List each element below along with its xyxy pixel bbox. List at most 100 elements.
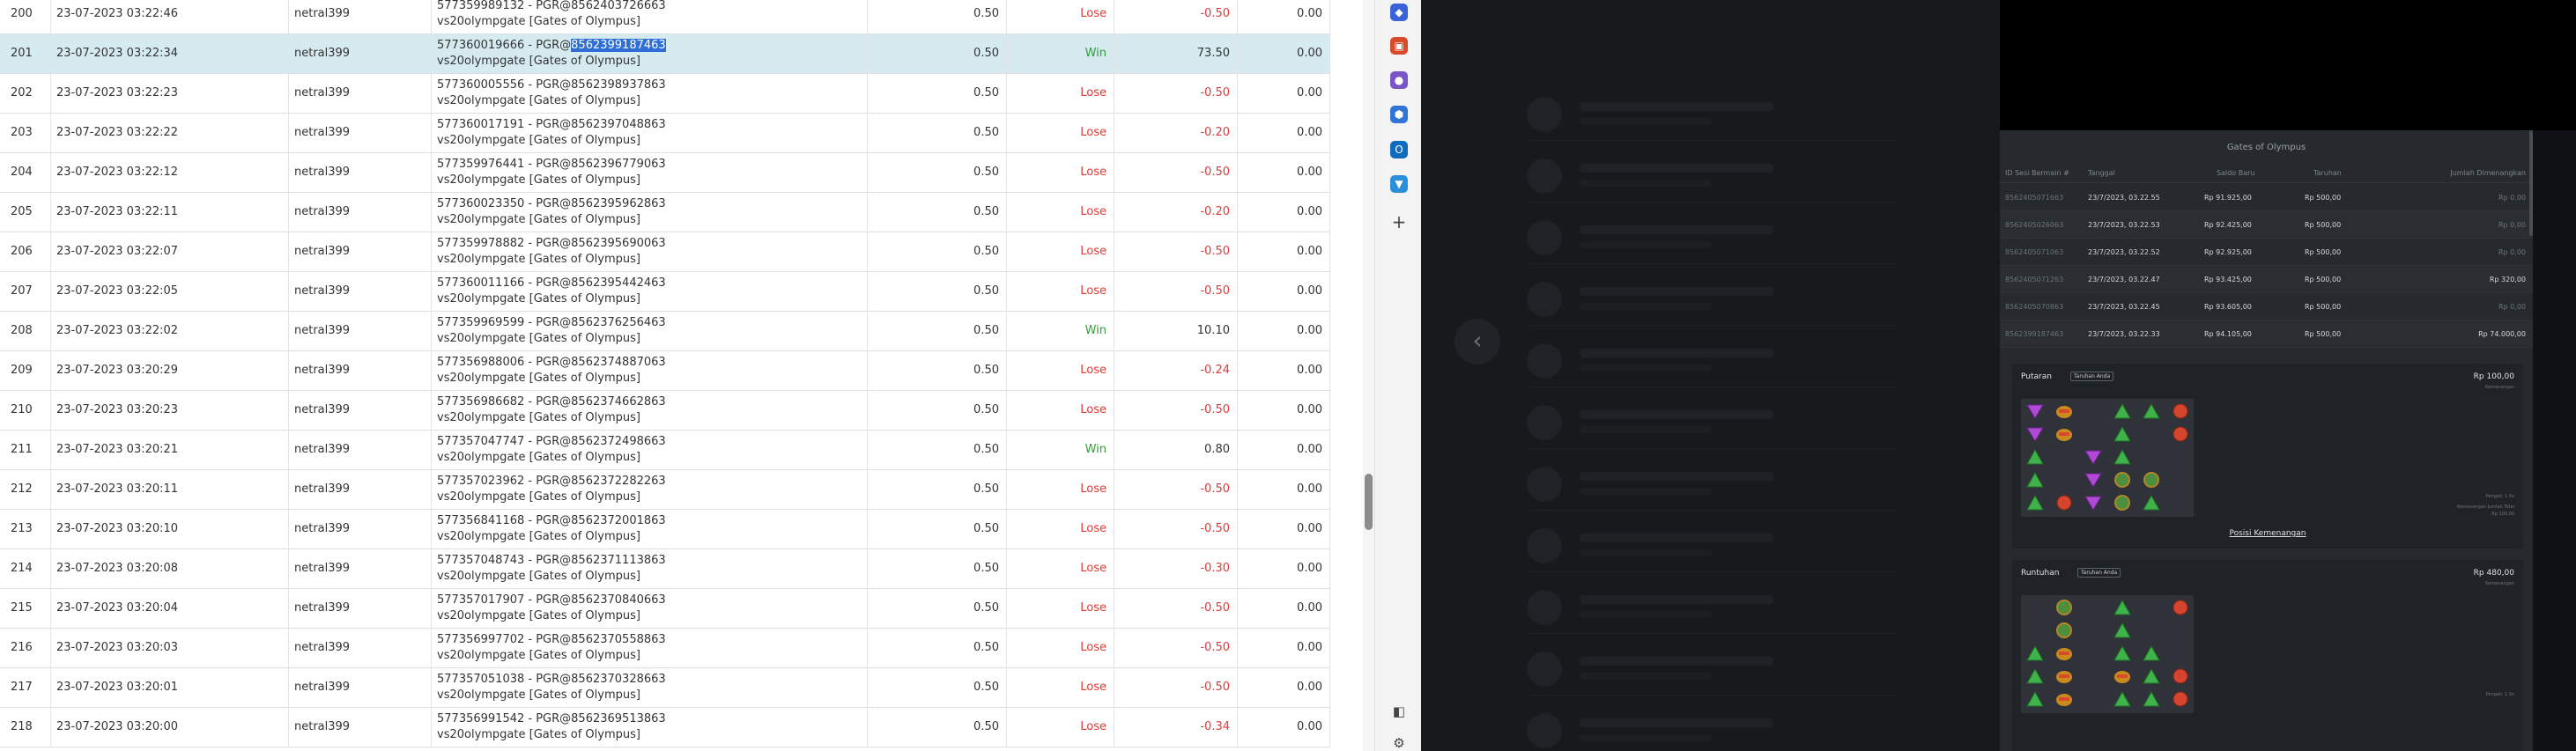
table-row[interactable]: 212 23-07-2023 03:20:11 netral399 577357023… — [0, 470, 1330, 510]
history-id: 8562405070863 — [2005, 303, 2064, 311]
history-id: 8562405071063 — [2005, 248, 2064, 256]
row-number: 200 — [0, 0, 51, 33]
description-id: 577360023350 - PGR@8562395962863 — [437, 197, 666, 210]
history-win: Rp 320,00 — [2489, 276, 2526, 283]
table-row[interactable]: 206 23-07-2023 03:22:07 netral399 577359978… — [0, 232, 1330, 272]
background-list-item — [1527, 88, 1897, 141]
history-row[interactable]: 8562405071063 23/7/2023, 03.22.52 Rp 92.92… — [2000, 239, 2533, 266]
people-icon[interactable]: ● — [1390, 71, 1408, 89]
chevron-left-icon[interactable]: ‹ — [1455, 319, 1500, 364]
row-date: 23-07-2023 03:22:02 — [51, 312, 289, 350]
row-extra: 0.00 — [1238, 470, 1330, 509]
history-date: 23/7/2023, 03.22.45 — [2088, 303, 2160, 311]
history-balance: Rp 92.925,00 — [2204, 248, 2252, 256]
row-bet: 0.50 — [868, 74, 1007, 113]
background-list-item — [1527, 211, 1897, 264]
row-description: 577359976441 - PGR@8562396779063 vs20olym… — [432, 153, 868, 192]
shield-icon[interactable]: ⬢ — [1390, 106, 1408, 123]
history-id: 8562399187463 — [2005, 330, 2064, 338]
table-row[interactable]: 211 23-07-2023 03:20:21 netral399 577357047… — [0, 431, 1330, 470]
table-row[interactable]: 215 23-07-2023 03:20:04 netral399 577357017… — [0, 589, 1330, 629]
row-result: Lose — [1007, 510, 1114, 549]
row-username: netral399 — [289, 589, 432, 628]
history-row[interactable]: 8562405071663 23/7/2023, 03.22.55 Rp 91.92… — [2000, 184, 2533, 211]
tag-icon[interactable]: ◆ — [1390, 4, 1408, 21]
table-row[interactable]: 204 23-07-2023 03:22:12 netral399 577359976… — [0, 153, 1330, 193]
selected-text-highlight[interactable]: 8562399187463 — [571, 39, 666, 52]
description-id: 577360017191 - PGR@8562397048863 — [437, 118, 666, 131]
description-id: 577357048743 - PGR@8562371113863 — [437, 554, 666, 567]
bet-badge: Taruhan Anda — [2077, 568, 2121, 578]
drop-icon[interactable]: ▼ — [1390, 175, 1408, 193]
table-scrollbar[interactable] — [1363, 0, 1374, 751]
row-result: Win — [1007, 431, 1114, 469]
history-balance: Rp 94.105,00 — [2204, 330, 2252, 338]
table-row[interactable]: 208 23-07-2023 03:22:02 netral399 577359969… — [0, 312, 1330, 351]
spin-amount: Rp 480,00 — [2473, 569, 2514, 578]
row-date: 23-07-2023 03:20:00 — [51, 708, 289, 747]
win-positions-link[interactable]: Posisi Kemenangan — [2012, 529, 2523, 538]
toolbox-icon[interactable]: ▣ — [1390, 37, 1408, 55]
history-date: 23/7/2023, 03.22.55 — [2088, 194, 2160, 202]
history-row[interactable]: 8562405071263 23/7/2023, 03.22.47 Rp 93.42… — [2000, 266, 2533, 293]
spin-card-putaran: Putaran Taruhan Anda Rp 100,00 Kemenanga… — [2012, 364, 2523, 549]
row-win-loss: 73.50 — [1114, 34, 1238, 73]
row-bet: 0.50 — [868, 391, 1007, 430]
table-row[interactable]: 207 23-07-2023 03:22:05 netral399 577360011… — [0, 272, 1330, 312]
viewer-scrollbar[interactable] — [2529, 130, 2533, 236]
description-game: vs20olympgate [Gates of Olympus] — [437, 134, 640, 147]
row-bet: 0.50 — [868, 510, 1007, 549]
description-game: vs20olympgate [Gates of Olympus] — [437, 609, 640, 622]
table-row[interactable]: 214 23-07-2023 03:20:08 netral399 577357048… — [0, 549, 1330, 589]
slot-symbol-icon — [2084, 494, 2102, 512]
history-bet: Rp 500,00 — [2305, 248, 2342, 256]
table-row[interactable]: 205 23-07-2023 03:22:11 netral399 577360023… — [0, 193, 1330, 232]
row-bet: 0.50 — [868, 708, 1007, 747]
history-row[interactable]: 8562405026063 23/7/2023, 03.22.53 Rp 92.42… — [2000, 211, 2533, 239]
history-row[interactable]: 8562399187463 23/7/2023, 03.22.33 Rp 94.10… — [2000, 320, 2533, 348]
settings-icon[interactable]: ⚙ — [1390, 734, 1408, 751]
table-row[interactable]: 218 23-07-2023 03:20:00 netral399 577356991… — [0, 708, 1330, 747]
image-top-margin — [2000, 0, 2576, 130]
row-result: Lose — [1007, 470, 1114, 509]
slot-symbol-icon — [2143, 667, 2160, 685]
row-extra: 0.00 — [1238, 510, 1330, 549]
history-date: 23/7/2023, 03.22.52 — [2088, 248, 2160, 256]
slot-symbol-icon — [2113, 402, 2131, 420]
slot-symbol-icon — [2143, 494, 2160, 512]
table-scrollbar-thumb[interactable] — [1365, 474, 1373, 530]
history-header-win: Jumlah Dimenangkan — [2450, 169, 2526, 177]
history-row[interactable]: 8562405070863 23/7/2023, 03.22.45 Rp 93.60… — [2000, 293, 2533, 320]
row-win-loss: -0.20 — [1114, 193, 1238, 232]
slot-symbol-icon — [2113, 425, 2131, 443]
row-description: 577360011166 - PGR@8562395442463 vs20olym… — [432, 272, 868, 311]
table-row[interactable]: 209 23-07-2023 03:20:29 netral399 577356988… — [0, 351, 1330, 391]
row-win-loss: -0.50 — [1114, 272, 1238, 311]
description-game: vs20olympgate [Gates of Olympus] — [437, 451, 640, 464]
table-row[interactable]: 217 23-07-2023 03:20:01 netral399 577357051… — [0, 668, 1330, 708]
add-icon[interactable]: + — [1390, 213, 1408, 231]
row-username: netral399 — [289, 74, 432, 113]
row-description: 577357017907 - PGR@8562370840663 vs20olym… — [432, 589, 868, 628]
row-date: 23-07-2023 03:22:23 — [51, 74, 289, 113]
slot-symbol-icon — [2113, 471, 2131, 489]
slot-symbol-icon — [2113, 690, 2131, 708]
table-row[interactable]: 213 23-07-2023 03:20:10 netral399 577356841… — [0, 510, 1330, 549]
slot-symbol-icon — [2113, 622, 2131, 639]
transaction-table: 200 23-07-2023 03:22:46 netral399 577359989… — [0, 0, 1330, 747]
table-row[interactable]: 203 23-07-2023 03:22:22 netral399 577360017… — [0, 114, 1330, 153]
row-username: netral399 — [289, 232, 432, 271]
row-description: 577356997702 - PGR@8562370558863 vs20olym… — [432, 629, 868, 667]
table-row[interactable]: 200 23-07-2023 03:22:46 netral399 577359989… — [0, 0, 1330, 34]
table-row[interactable]: 202 23-07-2023 03:22:23 netral399 577360005… — [0, 74, 1330, 114]
table-row[interactable]: 216 23-07-2023 03:20:03 netral399 577356997… — [0, 629, 1330, 668]
table-row[interactable]: 201 23-07-2023 03:22:34 netral399 577360019… — [0, 34, 1330, 74]
panel-toggle-icon[interactable]: ◧ — [1390, 703, 1408, 720]
row-result: Lose — [1007, 589, 1114, 628]
row-date: 23-07-2023 03:20:01 — [51, 668, 289, 707]
outlook-icon[interactable]: O — [1390, 141, 1408, 158]
slot-symbol-icon — [2172, 425, 2189, 443]
table-row[interactable]: 210 23-07-2023 03:20:23 netral399 577356986… — [0, 391, 1330, 431]
spin-amount-label: Kemenangan — [2485, 385, 2514, 390]
description-game: vs20olympgate [Gates of Olympus] — [437, 530, 640, 543]
